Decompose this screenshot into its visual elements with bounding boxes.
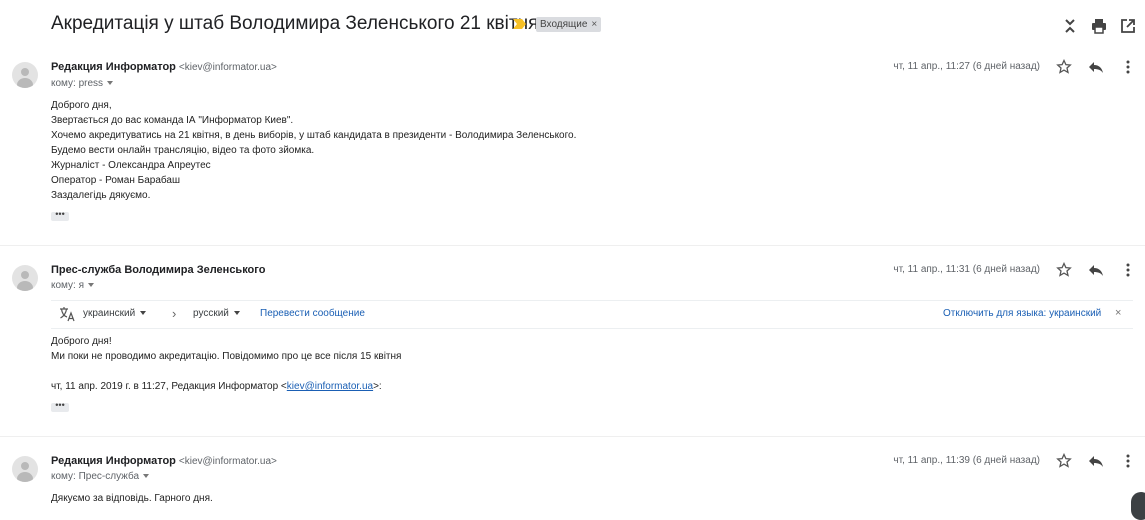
body-line: Доброго дня! — [51, 336, 112, 347]
sender[interactable]: Редакция Информатор <kiev@informator.ua> — [51, 61, 277, 73]
target-language: русский — [193, 308, 229, 319]
recipients-label: кому: press — [51, 78, 104, 89]
importance-marker-icon[interactable] — [513, 18, 527, 30]
sender[interactable]: Редакция Информатор <kiev@informator.ua> — [51, 455, 277, 467]
print-icon[interactable] — [1090, 17, 1108, 35]
source-language: украинский — [83, 308, 136, 319]
body-line: Заздалегідь дякуємо. — [51, 190, 151, 201]
quote-email-link[interactable]: kiev@informator.ua — [287, 381, 373, 392]
sender-name: Прес-служба Володимира Зеленського — [51, 264, 266, 276]
open-in-new-window-icon[interactable] — [1119, 17, 1137, 35]
subject-bar: Акредитація у штаб Володимира Зеленськог… — [0, 0, 1145, 50]
floating-action-edge[interactable] — [1131, 492, 1145, 520]
message-date: чт, 11 апр., 11:39 (6 дней назад) — [893, 455, 1040, 466]
body-line: Журналіст - Олександра Апреутес — [51, 160, 211, 171]
more-options-icon[interactable] — [1120, 453, 1136, 469]
chevron-down-icon[interactable] — [88, 283, 95, 288]
chevron-down-icon[interactable] — [107, 81, 114, 86]
message-body: Доброго дня! Ми поки не проводимо акреди… — [51, 334, 401, 364]
inbox-label-chip[interactable]: Входящие × — [536, 17, 602, 32]
recipients[interactable]: кому: я — [51, 280, 95, 291]
body-line: Оператор - Роман Барабаш — [51, 175, 180, 186]
more-options-icon[interactable] — [1120, 59, 1136, 75]
show-trimmed-content-button[interactable]: ••• — [51, 401, 69, 412]
quote-suffix: >: — [373, 381, 382, 392]
message-divider — [0, 245, 1145, 246]
recipients-label: кому: Прес-служба — [51, 471, 140, 482]
quote-header: чт, 11 апр. 2019 г. в 11:27, Редакция Ин… — [51, 379, 382, 394]
close-translate-bar-icon[interactable]: × — [1115, 307, 1121, 319]
body-line: Будемо вести онлайн трансляцію, відео та… — [51, 145, 315, 156]
avatar — [12, 62, 38, 88]
source-language-select[interactable]: украинский — [83, 308, 147, 319]
sender-name: Редакция Информатор — [51, 455, 176, 467]
message-divider — [0, 436, 1145, 437]
target-language-select[interactable]: русский — [193, 308, 240, 319]
body-line: Дякуємо за відповідь. Гарного дня. — [51, 493, 213, 504]
body-line: Звертається до вас команда ІА "Информато… — [51, 115, 294, 126]
recipients[interactable]: кому: Прес-служба — [51, 471, 150, 482]
sender[interactable]: Прес-служба Володимира Зеленського — [51, 264, 265, 276]
reply-icon[interactable] — [1088, 59, 1104, 75]
reply-icon[interactable] — [1088, 262, 1104, 278]
body-line: Ми поки не проводимо акредитацію. Повідо… — [51, 351, 402, 362]
more-options-icon[interactable] — [1120, 262, 1136, 278]
inbox-label: Входящие — [540, 19, 588, 30]
message-body: Дякуємо за відповідь. Гарного дня. — [51, 491, 213, 506]
quote-prefix: чт, 11 апр. 2019 г. в 11:27, Редакция Ин… — [51, 381, 287, 392]
recipients-label: кому: я — [51, 280, 85, 291]
chevron-down-icon[interactable] — [143, 474, 150, 479]
sender-email: <kiev@informator.ua> — [178, 62, 277, 73]
message-date: чт, 11 апр., 11:31 (6 дней назад) — [893, 264, 1040, 275]
message-body: Доброго дня, Звертається до вас команда … — [51, 98, 576, 203]
translate-icon — [60, 307, 75, 322]
body-line: Хочемо акредитуватись на 21 квітня, в де… — [51, 130, 577, 141]
star-icon[interactable] — [1056, 453, 1072, 469]
translate-bar: украинский › русский Перевести сообщение… — [51, 300, 1133, 329]
translate-message-link[interactable]: Перевести сообщение — [260, 308, 365, 319]
chevron-down-icon — [140, 311, 147, 316]
chevron-right-icon: › — [172, 306, 177, 321]
sender-name: Редакция Информатор — [51, 61, 176, 73]
recipients[interactable]: кому: press — [51, 78, 114, 89]
avatar — [12, 265, 38, 291]
reply-icon[interactable] — [1088, 453, 1104, 469]
star-icon[interactable] — [1056, 59, 1072, 75]
email-subject: Акредитація у штаб Володимира Зеленськог… — [51, 13, 539, 34]
collapse-all-icon[interactable] — [1061, 17, 1079, 35]
remove-label-icon[interactable]: × — [591, 19, 597, 30]
disable-translation-link[interactable]: Отключить для языка: украинский — [943, 308, 1101, 319]
star-icon[interactable] — [1056, 262, 1072, 278]
avatar — [12, 456, 38, 482]
sender-email: <kiev@informator.ua> — [178, 456, 277, 467]
message-date: чт, 11 апр., 11:27 (6 дней назад) — [893, 61, 1040, 72]
show-trimmed-content-button[interactable]: ••• — [51, 210, 69, 221]
chevron-down-icon — [233, 311, 240, 316]
body-line: Доброго дня, — [51, 100, 112, 111]
